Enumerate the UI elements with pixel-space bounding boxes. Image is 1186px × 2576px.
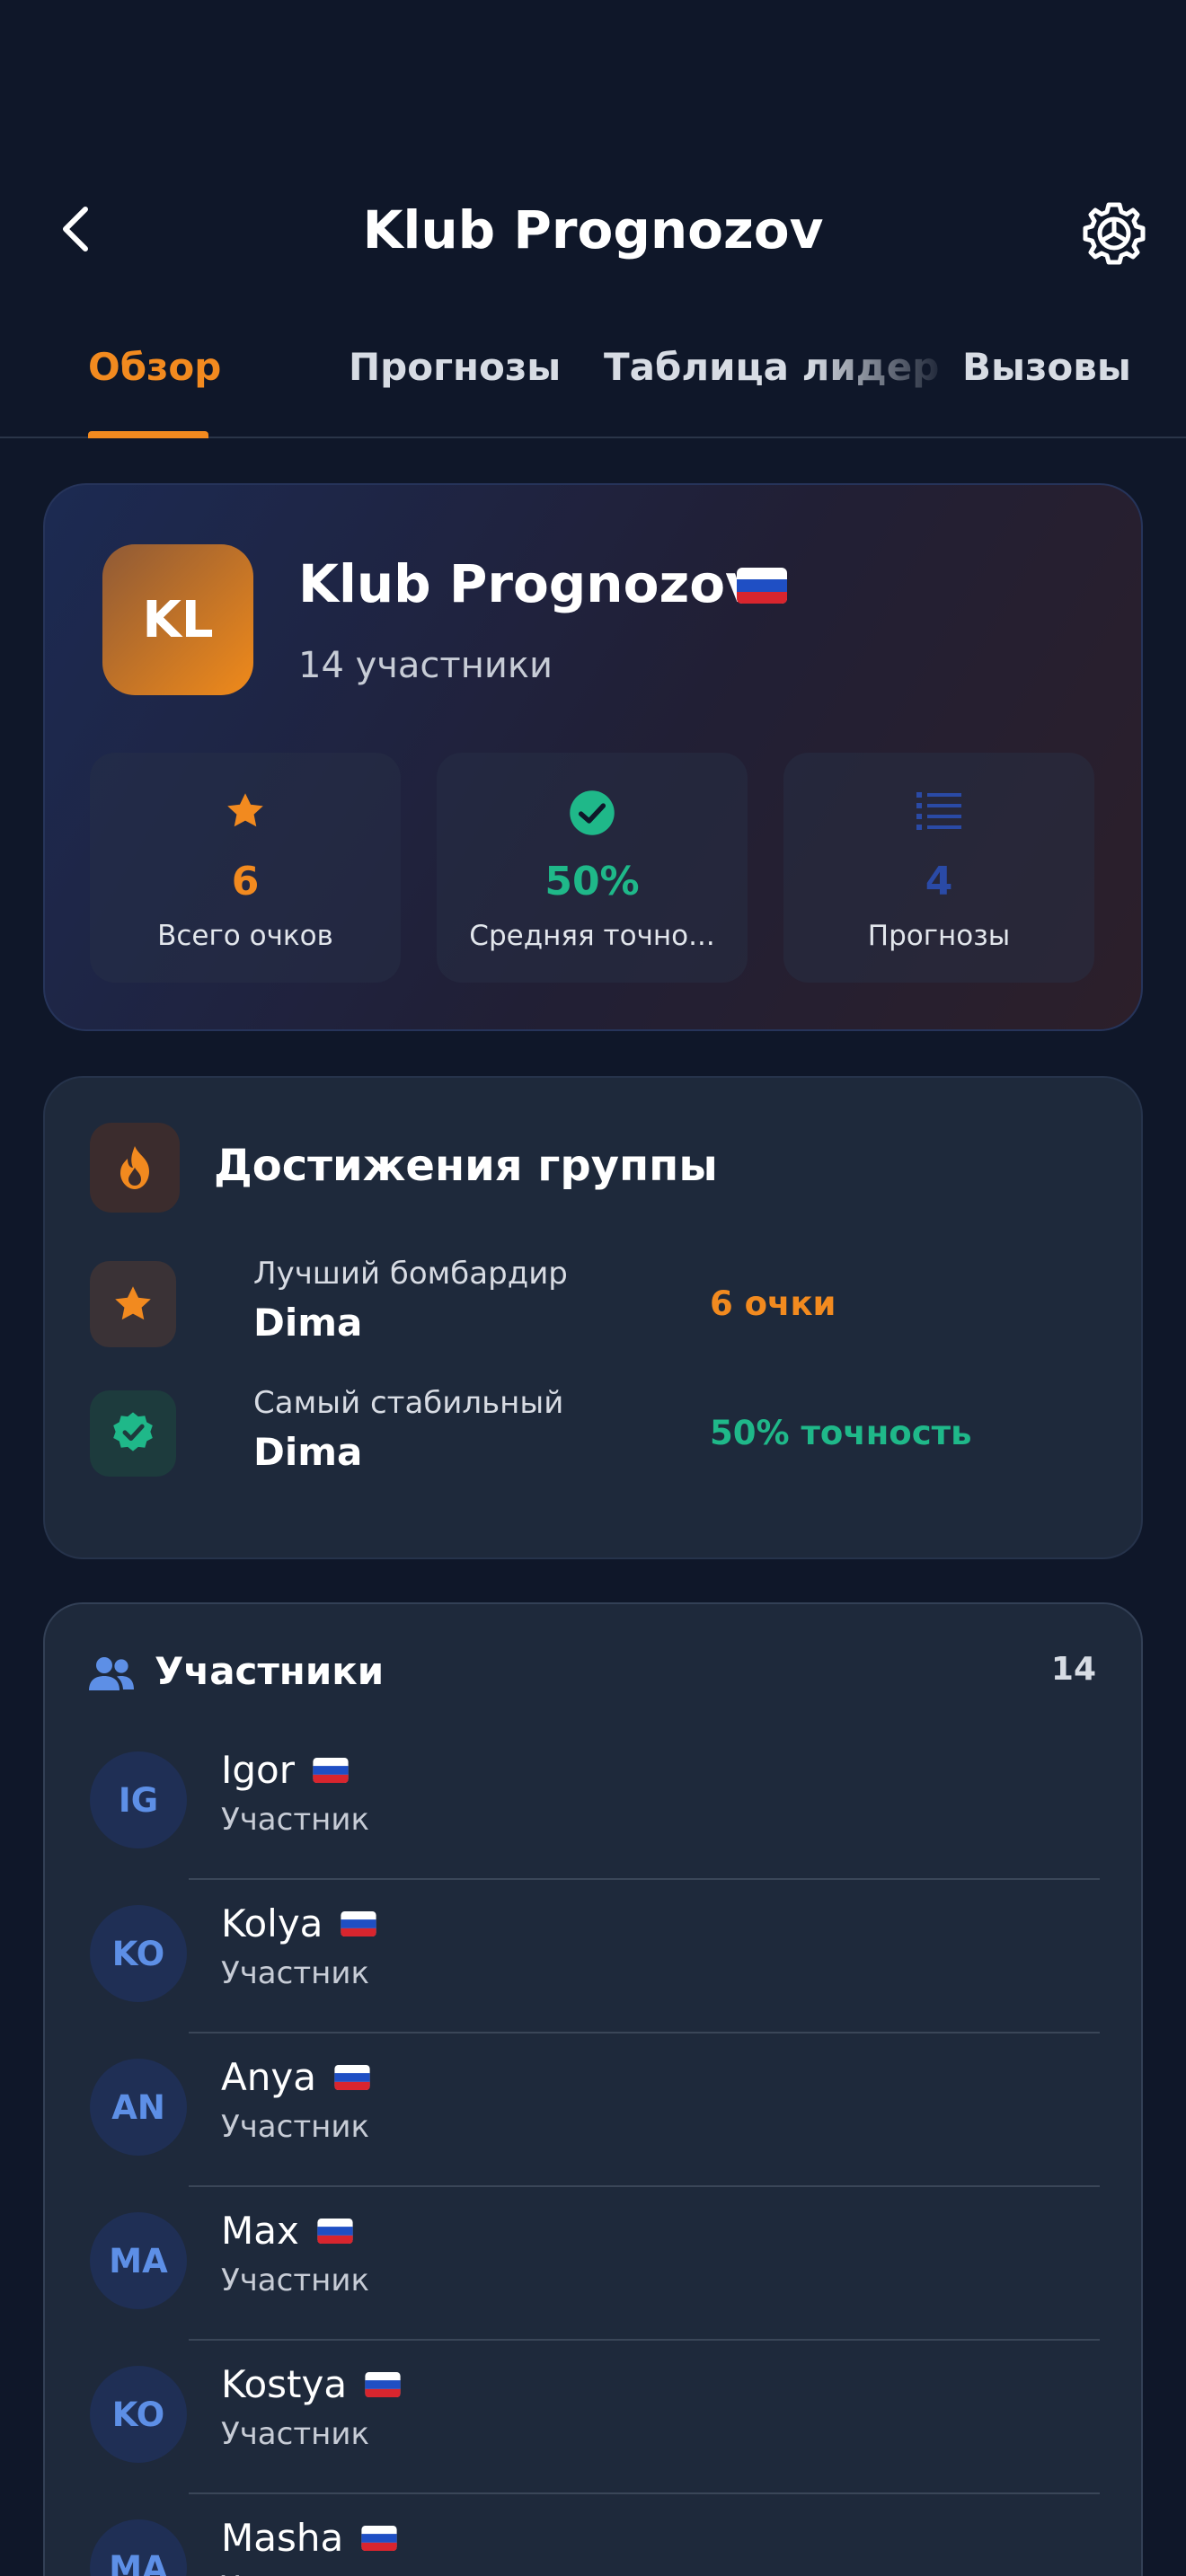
member-name: Max xyxy=(221,2209,299,2253)
tab-bar: Обзор Прогнозы Таблица лидер Вызовы xyxy=(0,323,1186,438)
stat-value: 6 xyxy=(231,859,260,904)
achievements-title: Достижения группы xyxy=(214,1141,718,1191)
member-role: Участник xyxy=(221,1955,370,1991)
stat-average-accuracy: 50% Средняя точно... xyxy=(437,753,748,983)
achievement-most-consistent: Самый стабильный Dima 50% точность xyxy=(90,1385,1096,1480)
check-circle-icon xyxy=(570,790,615,835)
russia-flag-icon xyxy=(334,2064,370,2090)
stat-label: Средняя точно... xyxy=(469,920,715,952)
member-row[interactable]: KO Kolya Участник xyxy=(45,1894,1141,2048)
members-title: Участники xyxy=(155,1649,385,1693)
tab-fade-overlay xyxy=(809,323,952,422)
tab-challenges[interactable]: Вызовы xyxy=(962,345,1131,389)
member-name: Igor xyxy=(221,1748,296,1792)
achievement-value: 6 очки xyxy=(710,1284,836,1323)
achievement-player: Dima xyxy=(253,1430,363,1474)
avatar: AN xyxy=(90,2059,187,2156)
russia-flag-icon xyxy=(313,1757,349,1783)
fire-icon xyxy=(90,1123,180,1213)
active-tab-indicator xyxy=(88,431,208,438)
stat-predictions: 4 Прогнозы xyxy=(783,753,1094,983)
russia-flag-icon xyxy=(361,2525,397,2551)
divider xyxy=(189,2032,1100,2033)
divider xyxy=(189,2185,1100,2187)
group-achievements-card: Достижения группы Лучший бомбардир Dima … xyxy=(43,1076,1143,1559)
divider xyxy=(189,1878,1100,1880)
member-name: Masha xyxy=(221,2516,344,2560)
member-row[interactable]: IG Igor Участник xyxy=(45,1741,1141,1894)
group-summary-card: KL Klub Prognozov 14 участники 6 Всего о… xyxy=(43,483,1143,1031)
stat-value: 50% xyxy=(544,859,640,904)
member-name: Kostya xyxy=(221,2362,348,2406)
member-role: Участник xyxy=(221,2109,370,2145)
avatar: MA xyxy=(90,2212,187,2309)
group-avatar: KL xyxy=(102,544,253,695)
russia-flag-icon xyxy=(317,2218,353,2244)
member-role: Участник xyxy=(221,2570,369,2576)
russia-flag-icon xyxy=(341,1910,377,1936)
group-name: Klub Prognozov xyxy=(298,553,759,614)
stat-label: Прогнозы xyxy=(867,920,1011,952)
divider xyxy=(189,2492,1100,2494)
member-name: Kolya xyxy=(221,1901,323,1945)
avatar: KO xyxy=(90,2366,187,2463)
page-title: Klub Prognozov xyxy=(362,199,824,260)
top-bar: Klub Prognozov xyxy=(0,180,1186,287)
divider xyxy=(189,2339,1100,2341)
member-row[interactable]: MA Max Участник xyxy=(45,2201,1141,2355)
member-role: Участник xyxy=(221,1802,370,1838)
members-count: 14 xyxy=(1050,1651,1096,1688)
stat-label: Всего очков xyxy=(157,920,333,952)
settings-button[interactable] xyxy=(1078,198,1150,269)
achievement-value: 50% точность xyxy=(710,1414,972,1452)
verified-badge-icon xyxy=(90,1390,176,1477)
russia-flag-icon xyxy=(737,568,787,607)
member-row[interactable]: MA Masha Участник xyxy=(45,2509,1141,2576)
russia-flag-icon xyxy=(365,2371,401,2397)
member-role: Участник xyxy=(221,2263,370,2298)
achievement-label: Самый стабильный xyxy=(253,1385,564,1421)
gear-icon xyxy=(1083,202,1146,265)
stat-value: 4 xyxy=(925,859,953,904)
member-row[interactable]: AN Anya Участник xyxy=(45,2048,1141,2201)
tab-predictions[interactable]: Прогнозы xyxy=(349,345,561,389)
stat-total-points: 6 Всего очков xyxy=(90,753,401,983)
member-name: Anya xyxy=(221,2055,316,2099)
members-card: Участники 14 IG Igor Участник KO Kolya У… xyxy=(43,1602,1143,2576)
achievement-label: Лучший бомбардир xyxy=(253,1256,568,1292)
member-count-text: 14 участники xyxy=(298,645,553,686)
avatar: KO xyxy=(90,1905,187,2002)
list-icon xyxy=(916,792,961,830)
achievement-player: Dima xyxy=(253,1301,363,1345)
achievement-top-scorer: Лучший бомбардир Dima 6 очки xyxy=(90,1256,1096,1351)
tab-overview[interactable]: Обзор xyxy=(88,345,221,389)
app-screen: Klub Prognozov Обзор Прогнозы Таблица ли… xyxy=(0,0,1186,2576)
people-icon xyxy=(89,1657,134,1690)
star-icon xyxy=(90,1261,176,1347)
avatar: MA xyxy=(90,2519,187,2576)
member-role: Участник xyxy=(221,2416,370,2452)
member-row[interactable]: KO Kostya Участник xyxy=(45,2355,1141,2509)
avatar: IG xyxy=(90,1751,187,1848)
star-icon xyxy=(227,793,263,827)
